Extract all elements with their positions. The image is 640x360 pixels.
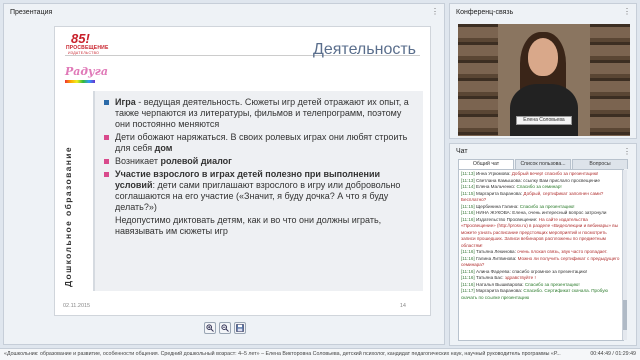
video-menu-icon[interactable]: ⋮ (623, 7, 631, 16)
chat-panel-title: Чат (456, 148, 468, 155)
webcam-video[interactable]: Елена Соловьева (458, 24, 630, 136)
plain-paragraph: Недопустимо диктовать детям, как и во чт… (115, 215, 382, 236)
message-author: Щербинина Галина: (476, 203, 519, 209)
zoom-in-icon[interactable] (204, 322, 216, 334)
chat-message: [11:17] Маргарита Баранова: Спасибо. Сер… (461, 288, 621, 301)
message-text: здравствуйте ! (503, 275, 536, 280)
bookshelf-left (458, 24, 498, 136)
message-author: Алина Фадеева: (476, 268, 511, 274)
chat-message: [11:16] Издательство Просвещение: На сай… (461, 217, 621, 250)
slide: 85! ПРОСВЕЩЕНИЕ ИЗДАТЕЛЬСТВО Радуга Деят… (54, 26, 431, 316)
chat-scrollbar[interactable] (622, 170, 627, 340)
tab-user-list[interactable]: Список пользова... (515, 159, 571, 169)
message-time: [11:15] (461, 190, 475, 196)
video-panel: Конференц-связь ⋮ Елена Соловьева (449, 3, 637, 139)
status-bar: «Дошкольник: образование и развитие, осо… (0, 348, 640, 360)
presentation-panel-title: Презентация (10, 9, 53, 16)
message-time: [11:16] (461, 255, 475, 261)
message-author: Издательство Просвещение: (476, 216, 538, 222)
zoom-out-icon[interactable] (219, 322, 231, 334)
message-text: очень плохая связь, звук часто пропадает… (515, 249, 608, 254)
save-icon[interactable] (234, 322, 246, 334)
message-author: Галина Литвинова: (476, 255, 517, 261)
speaker-body (510, 84, 578, 136)
message-author: Маргарита Баранова: (476, 190, 523, 196)
chat-message: [11:16] Галина Литвинова: Можно ли получ… (461, 256, 621, 269)
message-author: Наталья Вышкварова: (476, 281, 524, 287)
bullet-item: Участие взрослого в играх детей полезно … (103, 169, 415, 213)
chat-messages[interactable]: [11:13] Инна Угрюмова: Добрый вечер! спа… (458, 169, 624, 341)
vertical-caption: Дошкольное образование (55, 107, 85, 292)
scrollbar-thumb[interactable] (623, 300, 627, 330)
message-time: [11:16] (461, 210, 475, 215)
slide-title: Деятельность (313, 41, 416, 58)
tab-questions[interactable]: Вопросы (572, 159, 628, 169)
status-text: «Дошкольник: образование и развитие, осо… (4, 351, 561, 357)
message-author: Светлана Камышова: (476, 177, 522, 183)
chat-message: [11:15] Маргарита Баранова: Добрый, серт… (461, 191, 621, 204)
bullet-item: Игра - ведущая деятельность. Сюжеты игр … (103, 97, 415, 130)
message-text: Добрый вечер! спасибо за презентацию! (510, 171, 599, 176)
speaker-name-label: Елена Соловьева (516, 116, 572, 125)
presentation-panel: Презентация ⋮ 85! ПРОСВЕЩЕНИЕ ИЗДАТЕЛЬСТ… (3, 3, 445, 345)
message-time: [11:16] (461, 268, 475, 274)
chat-menu-icon[interactable]: ⋮ (623, 147, 631, 156)
bookshelf-right (590, 24, 630, 136)
message-author: Елена Мальченко: (476, 184, 516, 189)
message-author: Маргарита Баранова: (476, 288, 523, 293)
rainbow-stripe (65, 80, 95, 83)
slide-content: Игра - ведущая деятельность. Сюжеты игр … (93, 91, 423, 291)
message-text: спасибо огромное за презентацию! (510, 268, 588, 274)
message-text: Спасибо за семинар! (515, 184, 562, 189)
vertical-caption-text: Дошкольное образование (63, 146, 73, 287)
slide-number: 14 (399, 303, 406, 309)
chat-tabs: Общий чат Список пользова... Вопросы (458, 159, 629, 169)
message-time: [11:13] (461, 171, 475, 176)
message-time: [11:15] (461, 203, 475, 209)
message-text: Спасибо за презентацию! (518, 203, 575, 209)
message-time: [11:17] (461, 288, 475, 293)
bullet-item: Дети обожают наряжаться. В своих ролевых… (103, 132, 415, 154)
message-time: [11:16] (461, 275, 475, 280)
slide-toolbar (204, 322, 246, 334)
message-text: Спасибо за презентацию! (523, 281, 580, 287)
message-time: [11:16] (461, 281, 475, 287)
chat-panel: Чат ⋮ Общий чат Список пользова... Вопро… (449, 143, 637, 346)
message-time: [11:16] (461, 249, 475, 254)
speaker-face (528, 38, 558, 76)
raduga-logo: Радуга (65, 65, 108, 78)
message-author: Татьяна Лекинова: (476, 249, 516, 254)
logo-number: 85! (71, 31, 90, 46)
presentation-menu-icon[interactable]: ⋮ (431, 7, 439, 16)
prosveshchenie-logo: 85! ПРОСВЕЩЕНИЕ ИЗДАТЕЛЬСТВО (65, 31, 108, 61)
message-time: [11:16] (461, 216, 475, 222)
message-author: НИНА ЖУКОВА: (476, 210, 511, 215)
video-panel-title: Конференц-связь (456, 9, 514, 16)
message-author: Инна Угрюмова: (476, 171, 511, 176)
message-time: [11:13] (461, 177, 475, 183)
slide-date: 02.11.2015 (63, 303, 91, 309)
message-author: Татьяна Бас: (476, 275, 504, 280)
message-text: ссылку Вам прислало просвещение (521, 177, 600, 183)
message-time: [11:14] (461, 184, 475, 189)
bullet-item: Возникает ролевой диалог (103, 156, 415, 167)
playback-time: 00:44:49 / 01:29:49 (587, 349, 636, 360)
message-text: Елена, очень интересный вопрос затронули (511, 210, 607, 215)
tab-general-chat[interactable]: Общий чат (458, 159, 514, 169)
